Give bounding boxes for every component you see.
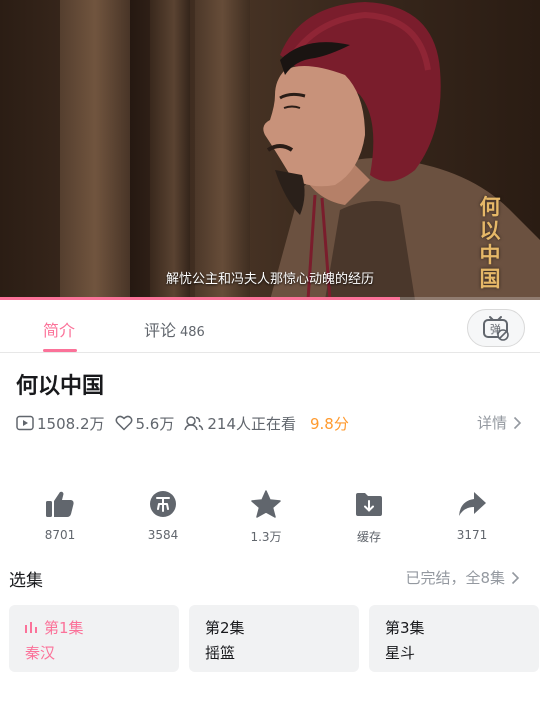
watching-count: 214人正在看 xyxy=(184,413,296,434)
episode-name: 秦汉 xyxy=(25,644,56,662)
episode-card-1[interactable]: 第1集 秦汉 xyxy=(9,605,179,672)
tab-bar: 简介 评论 486 xyxy=(0,300,540,353)
video-title: 何以中国 xyxy=(16,374,105,399)
like-button[interactable]: 8701 xyxy=(20,488,100,542)
chevron-right-icon xyxy=(511,571,520,584)
episode-number: 第2集 xyxy=(205,619,245,637)
coin-button[interactable]: 3584 xyxy=(123,488,203,542)
favorite-count: 5.6万 xyxy=(115,413,174,434)
details-link[interactable]: 详情 xyxy=(477,412,522,433)
tab-comments-label: 评论 xyxy=(144,321,177,340)
background-wood-plank xyxy=(60,0,130,300)
download-label: 缓存 xyxy=(356,530,381,544)
active-tab-indicator xyxy=(43,349,77,352)
details-label: 详情 xyxy=(476,414,507,432)
episodes-status: 已完结，全8集 xyxy=(405,569,505,587)
video-subtitle: 解忧公主和冯夫人那惊心动魄的经历 xyxy=(165,272,374,287)
episode-number: 第1集 xyxy=(44,619,84,637)
favorite-button[interactable]: 1.3万 xyxy=(226,488,306,545)
comment-count: 486 xyxy=(180,325,205,340)
view-count: 1508.2万 xyxy=(16,413,105,434)
action-bar: 8701 3584 1.3万 缓存 3171 xyxy=(0,488,540,548)
heart-icon xyxy=(115,415,132,431)
video-player[interactable]: 何以中国 解忧公主和冯夫人那惊心动魄的经历 xyxy=(0,0,540,300)
like-count: 8701 xyxy=(44,528,76,542)
rating-score: 9.8分 xyxy=(310,414,349,433)
thumbs-up-icon xyxy=(46,491,74,517)
favorite-count-label: 1.3万 xyxy=(250,530,282,544)
background-wood-plank xyxy=(150,0,190,300)
now-playing-icon xyxy=(25,621,37,633)
coin-count: 3584 xyxy=(147,528,179,542)
danmaku-toggle-button[interactable]: 弹 xyxy=(467,309,525,347)
episode-card-3[interactable]: 第3集 星斗 xyxy=(369,605,539,672)
episodes-heading: 选集 xyxy=(9,571,43,591)
episode-number: 第3集 xyxy=(385,619,425,637)
tab-intro[interactable]: 简介 xyxy=(43,317,75,341)
share-button[interactable]: 3171 xyxy=(432,488,512,542)
share-count: 3171 xyxy=(456,528,488,542)
download-button[interactable]: 缓存 xyxy=(329,488,409,545)
star-icon xyxy=(251,490,281,518)
tab-intro-label: 简介 xyxy=(43,321,76,340)
episode-name: 星斗 xyxy=(385,644,416,662)
tab-comments[interactable]: 评论 486 xyxy=(144,317,205,341)
share-icon xyxy=(459,492,486,516)
download-icon xyxy=(356,493,382,516)
episode-name: 摇篮 xyxy=(205,644,236,662)
people-icon xyxy=(184,416,204,431)
coin-icon xyxy=(150,491,176,517)
episode-card-2[interactable]: 第2集 摇篮 xyxy=(189,605,359,672)
play-count-icon xyxy=(16,415,34,431)
episodes-all-link[interactable]: 已完结，全8集 xyxy=(405,567,520,588)
danmaku-toggle-icon: 弹 xyxy=(483,316,509,341)
video-stats: 1508.2万 5.6万 214人正在看 9.8分 xyxy=(16,412,349,434)
chevron-right-icon xyxy=(513,416,522,429)
